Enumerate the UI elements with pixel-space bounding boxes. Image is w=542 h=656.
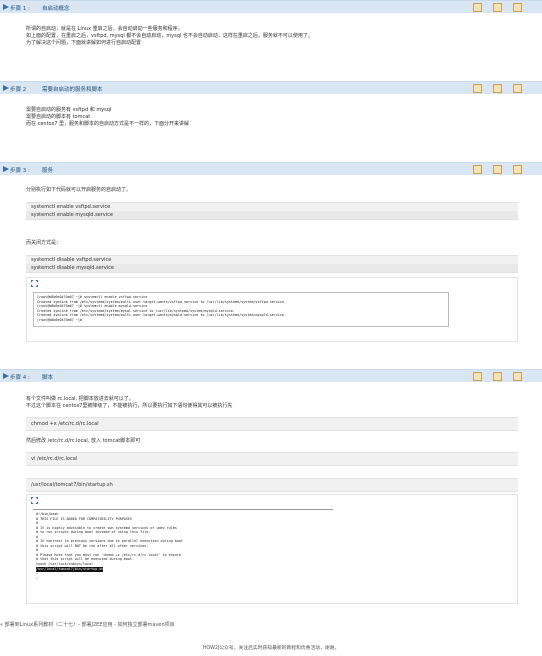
expand-arrow-icon[interactable] (3, 85, 9, 91)
step-1-title: 自启动概念 (42, 6, 70, 12)
code-line: systemctl disable mysqld.service (26, 264, 518, 272)
step-1-toolbar (473, 3, 522, 12)
terminal-line-highlighted: /usr/local/tomcat7/bin/startup.sh (36, 567, 104, 572)
step-4-header: 步骤 4 : 脚本 (0, 369, 542, 382)
close-label: 而关闭方式是： (26, 240, 62, 246)
note-icon[interactable] (493, 3, 502, 12)
expand-arrow-icon[interactable] (3, 373, 9, 379)
paragraph: 如上面的配置，在重启之后，vsftpd, mysql 都不会自动启动，mysql… (26, 33, 313, 39)
step-3-intro: 分别执行如下代码就可以开启服务的自启动了。 (26, 187, 132, 193)
paragraph: 有个文件叫做 rc.local, 把脚本放进去就可以了。 (26, 396, 134, 402)
expand-arrow-icon[interactable] (3, 166, 9, 172)
step-2-header: 步骤 2 需要自启动的服务和脚本 (0, 81, 542, 94)
paragraph: 需要自启动的服务有 vsftpd 和 mysql (26, 107, 112, 113)
expand-icon[interactable] (31, 497, 38, 504)
step-3-toolbar (473, 165, 522, 174)
answer-icon[interactable] (513, 84, 522, 93)
expand-arrow-icon[interactable] (3, 4, 9, 10)
step-4-toolbar (473, 372, 522, 381)
code-line: vi /etc/rc.d/rc.local (31, 456, 78, 462)
step-2-number: 步骤 2 (10, 87, 27, 93)
startup-code-block[interactable]: /usr/local/tomcat7/bin/startup.sh (26, 478, 518, 492)
previous-tutorial-link[interactable]: « 部署到Linux系列教材（二十七）- 部署J2EE应用 - 如何独立部署ma… (0, 621, 175, 628)
note-icon[interactable] (493, 372, 502, 381)
step-4-title: 脚本 (42, 375, 54, 381)
step-1-header: 步骤 1 : 自启动概念 (0, 0, 542, 13)
terminal-window: #!/bin/bash # THIS FILE IS ADDED FOR COM… (33, 509, 333, 601)
footer-note: HOW2J公众号，关注后实时获知最新的教程和优惠活动，谢谢。 (202, 646, 340, 651)
enable-code-block[interactable]: systemctl enable vsftpd.service systemct… (26, 202, 518, 220)
code-line: systemctl enable mysqld.service (26, 211, 518, 219)
code-line: systemctl enable vsftpd.service (31, 204, 111, 210)
paragraph: 不过这个脚本在 centos7里被降级了，不能被执行，所以要执行如下语句使得其可… (26, 403, 233, 409)
step-2-title: 需要自启动的服务和脚本 (42, 87, 103, 93)
paragraph: 为了解决这个问题，下面就讲解如何进行自启动配置 (26, 40, 142, 46)
expand-icon[interactable] (31, 280, 38, 287)
disable-code-block[interactable]: systemctl disable vsftpd.service systemc… (26, 255, 518, 273)
paragraph: 而在 centos7 里，服务和脚本的自启动方式是不一样的，下面分开来讲解 (26, 121, 189, 127)
step-3-number: 步骤 3 : (10, 168, 30, 174)
terminal-screenshot: #!/bin/bash # THIS FILE IS ADDED FOR COM… (26, 494, 518, 604)
edit-icon[interactable] (473, 372, 482, 381)
code-line: /usr/local/tomcat7/bin/startup.sh (31, 482, 113, 488)
step-3-header: 步骤 3 : 服务 (0, 162, 542, 175)
terminal-line: [root@b8b6e0470a67 ~]# (37, 317, 84, 322)
step-2-toolbar (473, 84, 522, 93)
edit-icon[interactable] (473, 84, 482, 93)
answer-icon[interactable] (513, 372, 522, 381)
step-4-number: 步骤 4 : (10, 375, 30, 381)
terminal-line: ~ (36, 576, 39, 581)
edit-icon[interactable] (473, 165, 482, 174)
step-1-number: 步骤 1 : (10, 6, 30, 12)
terminal-screenshot: [root@b8b6e0470a67 ~]# systemctl enable … (26, 277, 518, 342)
edit-icon[interactable] (473, 3, 482, 12)
step-4-intro: 有个文件叫做 rc.local, 把脚本放进去就可以了。 不过这个脚本在 cen… (26, 396, 232, 410)
paragraph: 所谓的自启动，就是在 Linux 重启之后，会自动启动一些服务和程序。 (26, 26, 183, 32)
step-3-title: 服务 (42, 168, 54, 174)
answer-icon[interactable] (513, 3, 522, 12)
note-icon[interactable] (493, 165, 502, 174)
step-1-content: 所谓的自启动，就是在 Linux 重启之后，会自动启动一些服务和程序。 如上面的… (26, 26, 313, 47)
step-2-content: 需要自启动的服务有 vsftpd 和 mysql 需要自启动的脚本有 tomca… (26, 107, 189, 128)
code-line: chmod +x /etc/rc.d/rc.local (31, 421, 99, 427)
code-line: systemctl disable vsftpd.service (31, 257, 112, 263)
vi-code-block[interactable]: vi /etc/rc.d/rc.local (26, 452, 518, 466)
answer-icon[interactable] (513, 165, 522, 174)
mid-text: 然后修改 /etc/rc.d/rc.local, 放入 tomcat脚本即可 (26, 438, 141, 444)
terminal-window: [root@b8b6e0470a67 ~]# systemctl enable … (33, 292, 449, 327)
chmod-code-block[interactable]: chmod +x /etc/rc.d/rc.local (26, 417, 518, 431)
paragraph: 需要自启动的脚本有 tomcat (26, 114, 91, 120)
note-icon[interactable] (493, 84, 502, 93)
